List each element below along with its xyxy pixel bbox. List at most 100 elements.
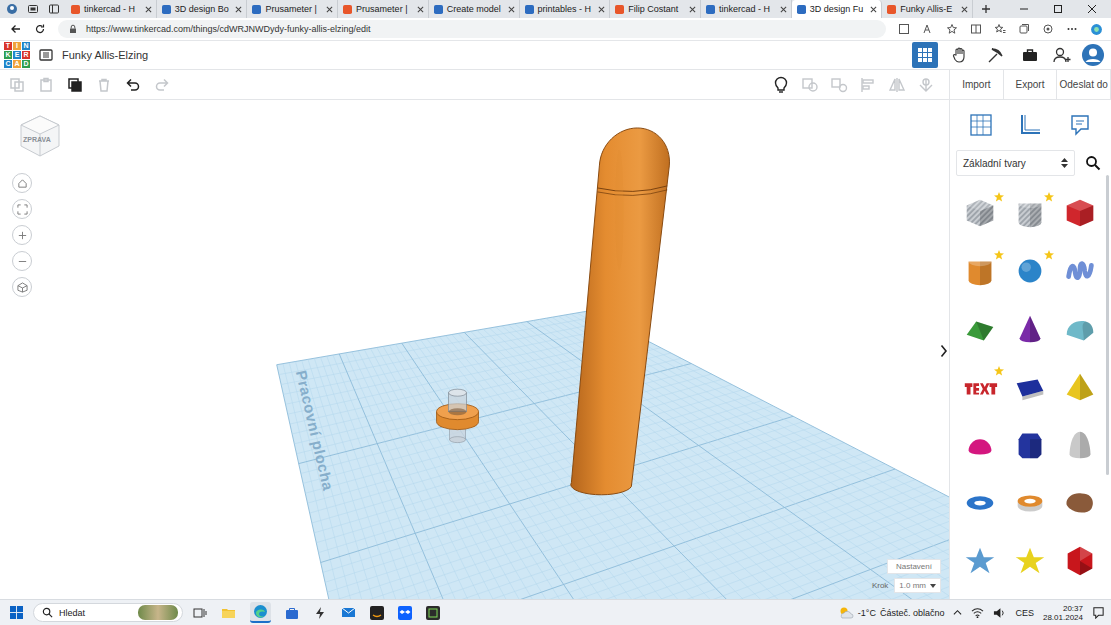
browser-tab[interactable]: 3D design Bo xyxy=(157,0,248,18)
peg-object[interactable] xyxy=(437,389,479,442)
dropbox-icon[interactable] xyxy=(398,606,412,620)
edit-tool[interactable] xyxy=(95,76,113,94)
new-tab-icon[interactable] xyxy=(981,4,991,14)
edit-tool[interactable] xyxy=(37,76,55,94)
shape-tile[interactable] xyxy=(958,416,1002,474)
close-window-icon[interactable] xyxy=(1087,4,1097,14)
shape-tile[interactable] xyxy=(1058,532,1102,590)
close-tab-icon[interactable] xyxy=(780,6,787,13)
search-icon[interactable] xyxy=(1085,155,1101,171)
ruler-icon[interactable] xyxy=(1018,113,1042,137)
collapse-panel-icon[interactable] xyxy=(940,344,948,358)
view-tool[interactable] xyxy=(830,76,848,94)
zoom-out-button[interactable] xyxy=(12,251,32,271)
more-icon[interactable] xyxy=(1066,23,1078,35)
shape-tile[interactable] xyxy=(1008,300,1052,358)
shape-tile[interactable] xyxy=(1058,184,1102,242)
shape-tile[interactable] xyxy=(1008,532,1052,590)
scene-canvas[interactable]: Pracovní plocha xyxy=(0,100,949,599)
shape-tile[interactable] xyxy=(1008,242,1052,300)
browser-tab[interactable]: tinkercad - H xyxy=(66,0,157,18)
close-tab-icon[interactable] xyxy=(598,6,605,13)
shape-tile[interactable] xyxy=(958,300,1002,358)
shape-tile[interactable] xyxy=(958,242,1002,300)
avatar-icon[interactable] xyxy=(1081,43,1105,67)
panel-action-button[interactable]: Odeslat do xyxy=(1057,70,1111,99)
3d-viewport[interactable]: Pracovní plochaZPRAVANastaveníKrok1.0 mm xyxy=(0,100,949,599)
tray-overflow-icon[interactable] xyxy=(953,608,962,617)
design-menu-icon[interactable] xyxy=(39,48,53,62)
browser-tab[interactable]: Filip Costant xyxy=(610,0,701,18)
close-tab-icon[interactable] xyxy=(508,6,515,13)
copilot-icon[interactable] xyxy=(1090,23,1103,36)
view-tool[interactable] xyxy=(859,76,877,94)
shape-tile[interactable] xyxy=(1008,416,1052,474)
profile-icon[interactable] xyxy=(6,3,18,15)
shape-tile[interactable] xyxy=(1008,184,1052,242)
category-select[interactable]: Základní tvary xyxy=(956,150,1075,176)
fit-view-button[interactable] xyxy=(12,199,32,219)
view-tool[interactable] xyxy=(917,76,935,94)
browser-tab[interactable]: Prusameter | xyxy=(247,0,338,18)
header-tool[interactable] xyxy=(947,42,973,68)
wifi-icon[interactable] xyxy=(971,607,984,619)
read-aloud-icon[interactable] xyxy=(922,23,934,35)
edit-tool[interactable] xyxy=(124,76,142,94)
shape-tile[interactable] xyxy=(958,532,1002,590)
vertical-tabs-icon[interactable] xyxy=(48,3,60,15)
refresh-icon[interactable] xyxy=(34,23,46,35)
store-icon[interactable] xyxy=(285,606,299,620)
browser-tab[interactable]: tinkercad - H xyxy=(701,0,792,18)
shape-tile[interactable] xyxy=(1058,300,1102,358)
amazon-icon[interactable] xyxy=(370,606,384,620)
panel-action-button[interactable]: Import xyxy=(950,70,1004,99)
shape-tile[interactable] xyxy=(1058,416,1102,474)
task-view-icon[interactable] xyxy=(193,606,207,620)
shape-tile[interactable] xyxy=(1008,358,1052,416)
shape-tile[interactable] xyxy=(1058,474,1102,532)
back-icon[interactable] xyxy=(10,23,22,35)
view-tool[interactable] xyxy=(772,76,790,94)
rounded-cylinder-object[interactable] xyxy=(571,128,670,495)
view-tool[interactable] xyxy=(801,76,819,94)
notes-icon[interactable] xyxy=(1068,113,1092,137)
url-field[interactable]: https://www.tinkercad.com/things/cdWRJNW… xyxy=(58,20,886,38)
taskbar-search[interactable]: Hledat xyxy=(33,603,183,622)
close-tab-icon[interactable] xyxy=(235,6,242,13)
close-tab-icon[interactable] xyxy=(961,6,968,13)
app-available-icon[interactable] xyxy=(898,23,910,35)
file-explorer-icon[interactable] xyxy=(221,606,236,620)
browser-tab[interactable]: Funky Allis-E xyxy=(882,0,973,18)
close-tab-icon[interactable] xyxy=(417,6,424,13)
panel-scrollbar[interactable] xyxy=(1106,175,1109,475)
workspaces-icon[interactable] xyxy=(27,3,39,15)
maximize-icon[interactable] xyxy=(1053,4,1063,14)
workplane-icon[interactable] xyxy=(969,113,993,137)
start-icon[interactable] xyxy=(10,606,23,619)
browser-tab[interactable]: printables - H xyxy=(520,0,611,18)
header-tool[interactable] xyxy=(912,42,938,68)
edge-app[interactable] xyxy=(250,602,271,623)
app-bolt-icon[interactable] xyxy=(313,606,327,620)
projection-button[interactable] xyxy=(12,277,32,297)
collections-icon[interactable] xyxy=(1018,23,1030,35)
tinkercad-logo[interactable]: TINKERCAD xyxy=(4,42,30,68)
favorite-icon[interactable] xyxy=(946,23,958,35)
snap-grid-select[interactable]: 1.0 mm xyxy=(894,578,941,593)
volume-icon[interactable] xyxy=(993,607,1006,619)
shape-tile[interactable] xyxy=(1058,242,1102,300)
input-language[interactable]: CES xyxy=(1015,608,1034,618)
shape-tile[interactable] xyxy=(958,184,1002,242)
extensions-icon[interactable] xyxy=(1042,23,1054,35)
mail-icon[interactable] xyxy=(341,606,356,619)
header-tool[interactable] xyxy=(1017,42,1043,68)
close-tab-icon[interactable] xyxy=(689,6,696,13)
clock[interactable]: 20:3728.01.2024 xyxy=(1043,604,1083,622)
home-view-button[interactable] xyxy=(12,173,32,193)
edit-tool[interactable] xyxy=(8,76,26,94)
browser-tab[interactable]: 3D design Fu xyxy=(792,0,883,18)
design-title[interactable]: Funky Allis-Elzing xyxy=(62,49,148,61)
lock-icon[interactable] xyxy=(68,24,78,34)
browser-tab[interactable]: Create model xyxy=(429,0,520,18)
view-cube[interactable]: ZPRAVA xyxy=(17,113,63,159)
